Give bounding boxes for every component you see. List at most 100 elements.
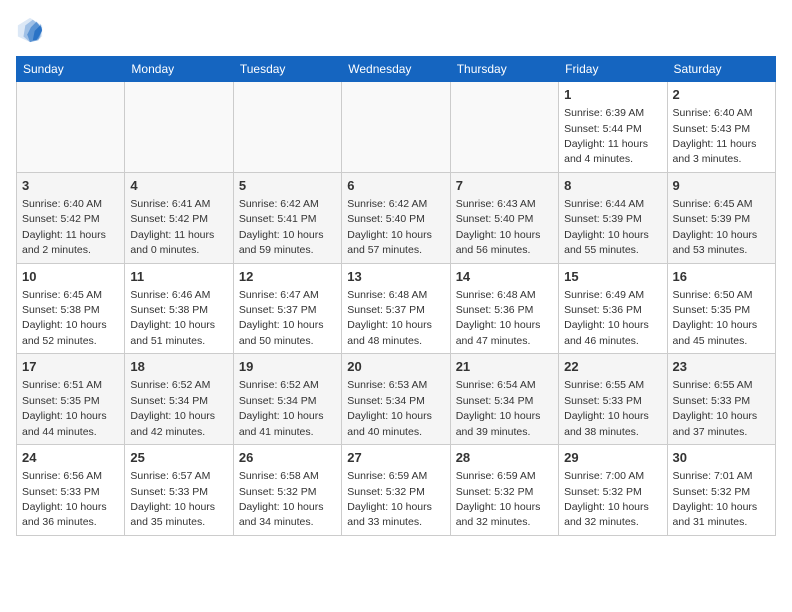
weekday-header-thursday: Thursday (450, 57, 558, 82)
day-info: Sunrise: 6:59 AM Sunset: 5:32 PM Dayligh… (456, 470, 541, 528)
calendar-cell: 5 Sunrise: 6:42 AM Sunset: 5:41 PM Daylig… (233, 172, 341, 263)
calendar-header: SundayMondayTuesdayWednesdayThursdayFrid… (17, 57, 776, 82)
day-number: 7 (456, 177, 553, 195)
day-number: 9 (673, 177, 770, 195)
calendar-body: 1 Sunrise: 6:39 AM Sunset: 5:44 PM Daylig… (17, 82, 776, 536)
calendar-cell (233, 82, 341, 173)
day-info: Sunrise: 6:54 AM Sunset: 5:34 PM Dayligh… (456, 379, 541, 437)
day-info: Sunrise: 6:50 AM Sunset: 5:35 PM Dayligh… (673, 289, 758, 347)
weekday-header-wednesday: Wednesday (342, 57, 450, 82)
weekday-header-sunday: Sunday (17, 57, 125, 82)
day-info: Sunrise: 6:42 AM Sunset: 5:41 PM Dayligh… (239, 198, 324, 256)
calendar-cell: 4 Sunrise: 6:41 AM Sunset: 5:42 PM Daylig… (125, 172, 233, 263)
calendar-cell: 8Sunrise: 6:44 AM Sunset: 5:39 PM Daylig… (559, 172, 667, 263)
day-number: 20 (347, 358, 444, 376)
day-info: Sunrise: 6:56 AM Sunset: 5:33 PM Dayligh… (22, 470, 107, 528)
calendar-cell: 13 Sunrise: 6:48 AM Sunset: 5:37 PM Dayli… (342, 263, 450, 354)
calendar-week-row: 10Sunrise: 6:45 AM Sunset: 5:38 PM Dayli… (17, 263, 776, 354)
day-number: 30 (673, 449, 770, 467)
day-info: Sunrise: 6:42 AM Sunset: 5:40 PM Dayligh… (347, 198, 432, 256)
day-number: 23 (673, 358, 770, 376)
day-number: 24 (22, 449, 119, 467)
calendar-cell: 26 Sunrise: 6:58 AM Sunset: 5:32 PM Dayli… (233, 445, 341, 536)
day-number: 1 (564, 86, 661, 104)
calendar-cell: 28 Sunrise: 6:59 AM Sunset: 5:32 PM Dayli… (450, 445, 558, 536)
calendar-week-row: 3 Sunrise: 6:40 AM Sunset: 5:42 PM Daylig… (17, 172, 776, 263)
day-info: Sunrise: 6:40 AM Sunset: 5:42 PM Dayligh… (22, 198, 106, 256)
day-info: Sunrise: 6:52 AM Sunset: 5:34 PM Dayligh… (130, 379, 215, 437)
day-info: Sunrise: 6:51 AM Sunset: 5:35 PM Dayligh… (22, 379, 107, 437)
calendar-cell: 6 Sunrise: 6:42 AM Sunset: 5:40 PM Daylig… (342, 172, 450, 263)
day-number: 5 (239, 177, 336, 195)
weekday-header-tuesday: Tuesday (233, 57, 341, 82)
day-info: Sunrise: 6:55 AM Sunset: 5:33 PM Dayligh… (673, 379, 758, 437)
day-info: Sunrise: 6:49 AM Sunset: 5:36 PM Dayligh… (564, 289, 649, 347)
day-number: 11 (130, 268, 227, 286)
day-info: Sunrise: 6:53 AM Sunset: 5:34 PM Dayligh… (347, 379, 432, 437)
day-number: 13 (347, 268, 444, 286)
calendar-cell: 18 Sunrise: 6:52 AM Sunset: 5:34 PM Dayli… (125, 354, 233, 445)
day-number: 3 (22, 177, 119, 195)
day-info: Sunrise: 6:59 AM Sunset: 5:32 PM Dayligh… (347, 470, 432, 528)
calendar-cell: 24 Sunrise: 6:56 AM Sunset: 5:33 PM Dayli… (17, 445, 125, 536)
weekday-header-monday: Monday (125, 57, 233, 82)
calendar-cell: 25 Sunrise: 6:57 AM Sunset: 5:33 PM Dayli… (125, 445, 233, 536)
day-info: Sunrise: 6:41 AM Sunset: 5:42 PM Dayligh… (130, 198, 214, 256)
day-info: Sunrise: 6:45 AM Sunset: 5:38 PM Dayligh… (22, 289, 107, 347)
logo-icon (16, 16, 44, 44)
calendar-cell: 22Sunrise: 6:55 AM Sunset: 5:33 PM Dayli… (559, 354, 667, 445)
day-number: 19 (239, 358, 336, 376)
day-info: Sunrise: 7:00 AM Sunset: 5:32 PM Dayligh… (564, 470, 649, 528)
calendar-cell: 29 Sunrise: 7:00 AM Sunset: 5:32 PM Dayli… (559, 445, 667, 536)
calendar-cell: 15 Sunrise: 6:49 AM Sunset: 5:36 PM Dayli… (559, 263, 667, 354)
day-number: 26 (239, 449, 336, 467)
day-number: 4 (130, 177, 227, 195)
calendar-cell: 9Sunrise: 6:45 AM Sunset: 5:39 PM Daylig… (667, 172, 775, 263)
day-number: 29 (564, 449, 661, 467)
weekday-header-row: SundayMondayTuesdayWednesdayThursdayFrid… (17, 57, 776, 82)
weekday-header-saturday: Saturday (667, 57, 775, 82)
calendar-cell: 1 Sunrise: 6:39 AM Sunset: 5:44 PM Daylig… (559, 82, 667, 173)
day-number: 6 (347, 177, 444, 195)
day-info: Sunrise: 6:46 AM Sunset: 5:38 PM Dayligh… (130, 289, 215, 347)
calendar-table: SundayMondayTuesdayWednesdayThursdayFrid… (16, 56, 776, 536)
calendar-cell: 16 Sunrise: 6:50 AM Sunset: 5:35 PM Dayli… (667, 263, 775, 354)
calendar-cell: 23 Sunrise: 6:55 AM Sunset: 5:33 PM Dayli… (667, 354, 775, 445)
day-info: Sunrise: 6:57 AM Sunset: 5:33 PM Dayligh… (130, 470, 215, 528)
calendar-cell: 17 Sunrise: 6:51 AM Sunset: 5:35 PM Dayli… (17, 354, 125, 445)
day-number: 15 (564, 268, 661, 286)
calendar-cell: 10Sunrise: 6:45 AM Sunset: 5:38 PM Dayli… (17, 263, 125, 354)
day-number: 21 (456, 358, 553, 376)
calendar-cell: 2 Sunrise: 6:40 AM Sunset: 5:43 PM Daylig… (667, 82, 775, 173)
day-info: Sunrise: 6:48 AM Sunset: 5:37 PM Dayligh… (347, 289, 432, 347)
calendar-week-row: 17 Sunrise: 6:51 AM Sunset: 5:35 PM Dayli… (17, 354, 776, 445)
calendar-cell: 19Sunrise: 6:52 AM Sunset: 5:34 PM Dayli… (233, 354, 341, 445)
day-number: 25 (130, 449, 227, 467)
day-number: 8 (564, 177, 661, 195)
day-number: 16 (673, 268, 770, 286)
day-number: 27 (347, 449, 444, 467)
calendar-cell: 27 Sunrise: 6:59 AM Sunset: 5:32 PM Dayli… (342, 445, 450, 536)
day-info: Sunrise: 6:39 AM Sunset: 5:44 PM Dayligh… (564, 107, 648, 165)
calendar-cell: 12Sunrise: 6:47 AM Sunset: 5:37 PM Dayli… (233, 263, 341, 354)
page-header (16, 16, 776, 44)
day-number: 17 (22, 358, 119, 376)
calendar-cell: 20 Sunrise: 6:53 AM Sunset: 5:34 PM Dayli… (342, 354, 450, 445)
weekday-header-friday: Friday (559, 57, 667, 82)
day-number: 18 (130, 358, 227, 376)
day-number: 22 (564, 358, 661, 376)
calendar-cell: 21 Sunrise: 6:54 AM Sunset: 5:34 PM Dayli… (450, 354, 558, 445)
day-info: Sunrise: 6:48 AM Sunset: 5:36 PM Dayligh… (456, 289, 541, 347)
calendar-cell (17, 82, 125, 173)
calendar-cell (342, 82, 450, 173)
calendar-week-row: 24 Sunrise: 6:56 AM Sunset: 5:33 PM Dayli… (17, 445, 776, 536)
calendar-cell (125, 82, 233, 173)
calendar-cell: 14Sunrise: 6:48 AM Sunset: 5:36 PM Dayli… (450, 263, 558, 354)
day-info: Sunrise: 6:40 AM Sunset: 5:43 PM Dayligh… (673, 107, 757, 165)
day-info: Sunrise: 6:58 AM Sunset: 5:32 PM Dayligh… (239, 470, 324, 528)
calendar-cell (450, 82, 558, 173)
day-number: 2 (673, 86, 770, 104)
day-number: 12 (239, 268, 336, 286)
day-number: 28 (456, 449, 553, 467)
calendar-cell: 11 Sunrise: 6:46 AM Sunset: 5:38 PM Dayli… (125, 263, 233, 354)
